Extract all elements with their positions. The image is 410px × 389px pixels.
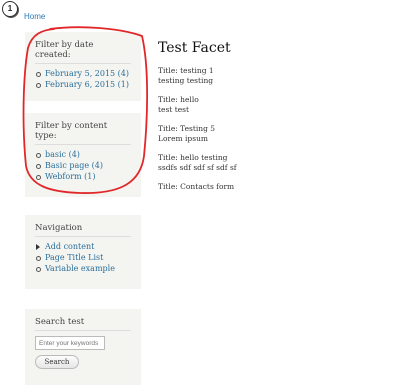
navigation-item: Page Title List	[35, 253, 131, 262]
content-type-facet-list: basic (4) Basic page (4) Webform (1)	[35, 150, 131, 181]
nav-link-add-content[interactable]: Add content	[45, 242, 94, 251]
nav-link-variable-example[interactable]: Variable example	[45, 264, 115, 273]
search-result: Title: Testing 5 Lorem ipsum	[158, 124, 398, 144]
step-number-badge: 1	[2, 1, 18, 17]
navigation-item: Variable example	[35, 264, 131, 273]
filter-by-content-type-block: Filter by content type: basic (4) Basic …	[25, 113, 141, 197]
result-title: Title: Contacts form	[158, 182, 235, 191]
search-result: Title: testing 1 testing testing	[158, 66, 398, 86]
content-type-facet-item: Basic page (4)	[35, 161, 131, 170]
sidebar: Filter by date created: February 5, 2015…	[25, 32, 141, 389]
search-input[interactable]	[35, 336, 105, 350]
result-title: Title: hello	[158, 95, 199, 104]
content-type-link-basic[interactable]: basic (4)	[45, 150, 80, 159]
filter-by-date-title: Filter by date created:	[35, 40, 131, 64]
navigation-title: Navigation	[35, 223, 131, 237]
main-content: Test Facet Title: testing 1 testing test…	[158, 40, 398, 201]
search-block-title: Search test	[35, 317, 131, 331]
nav-link-page-title-list[interactable]: Page Title List	[45, 253, 103, 262]
content-type-facet-item: Webform (1)	[35, 172, 131, 181]
block-spacer	[25, 293, 141, 309]
result-body: Lorem ipsum	[158, 134, 209, 143]
navigation-block: Navigation Add content Page Title List V…	[25, 215, 141, 289]
result-title: Title: testing 1	[158, 66, 214, 75]
search-button[interactable]: Search	[35, 355, 79, 369]
search-result: Title: hello test test	[158, 95, 398, 115]
content-type-link-basic-page[interactable]: Basic page (4)	[45, 161, 103, 170]
date-facet-link-feb6[interactable]: February 6, 2015 (1)	[45, 80, 129, 89]
date-facet-item: February 5, 2015 (4)	[35, 69, 131, 78]
date-facet-item: February 6, 2015 (1)	[35, 80, 131, 89]
result-body: test test	[158, 105, 190, 114]
search-result: Title: hello testing ssdfs sdf sdf sf sd…	[158, 153, 398, 173]
breadcrumb-home-link[interactable]: Home	[24, 12, 45, 21]
search-result: Title: Contacts form	[158, 182, 398, 192]
search-block: Search test Search	[25, 309, 141, 385]
result-title: Title: hello testing	[158, 153, 228, 162]
date-facet-link-feb5[interactable]: February 5, 2015 (4)	[45, 69, 129, 78]
result-title: Title: Testing 5	[158, 124, 216, 133]
navigation-menu: Add content Page Title List Variable exa…	[35, 242, 131, 273]
filter-by-content-type-title: Filter by content type:	[35, 121, 131, 145]
result-body: ssdfs sdf sdf sf sdf sf	[158, 163, 237, 172]
block-spacer	[25, 201, 141, 215]
result-body: testing testing	[158, 76, 214, 85]
page-title: Test Facet	[158, 40, 231, 56]
navigation-item: Add content	[35, 242, 131, 251]
content-type-link-webform[interactable]: Webform (1)	[45, 172, 96, 181]
date-facet-list: February 5, 2015 (4) February 6, 2015 (1…	[35, 69, 131, 89]
filter-by-date-block: Filter by date created: February 5, 2015…	[25, 32, 141, 101]
content-type-facet-item: basic (4)	[35, 150, 131, 159]
